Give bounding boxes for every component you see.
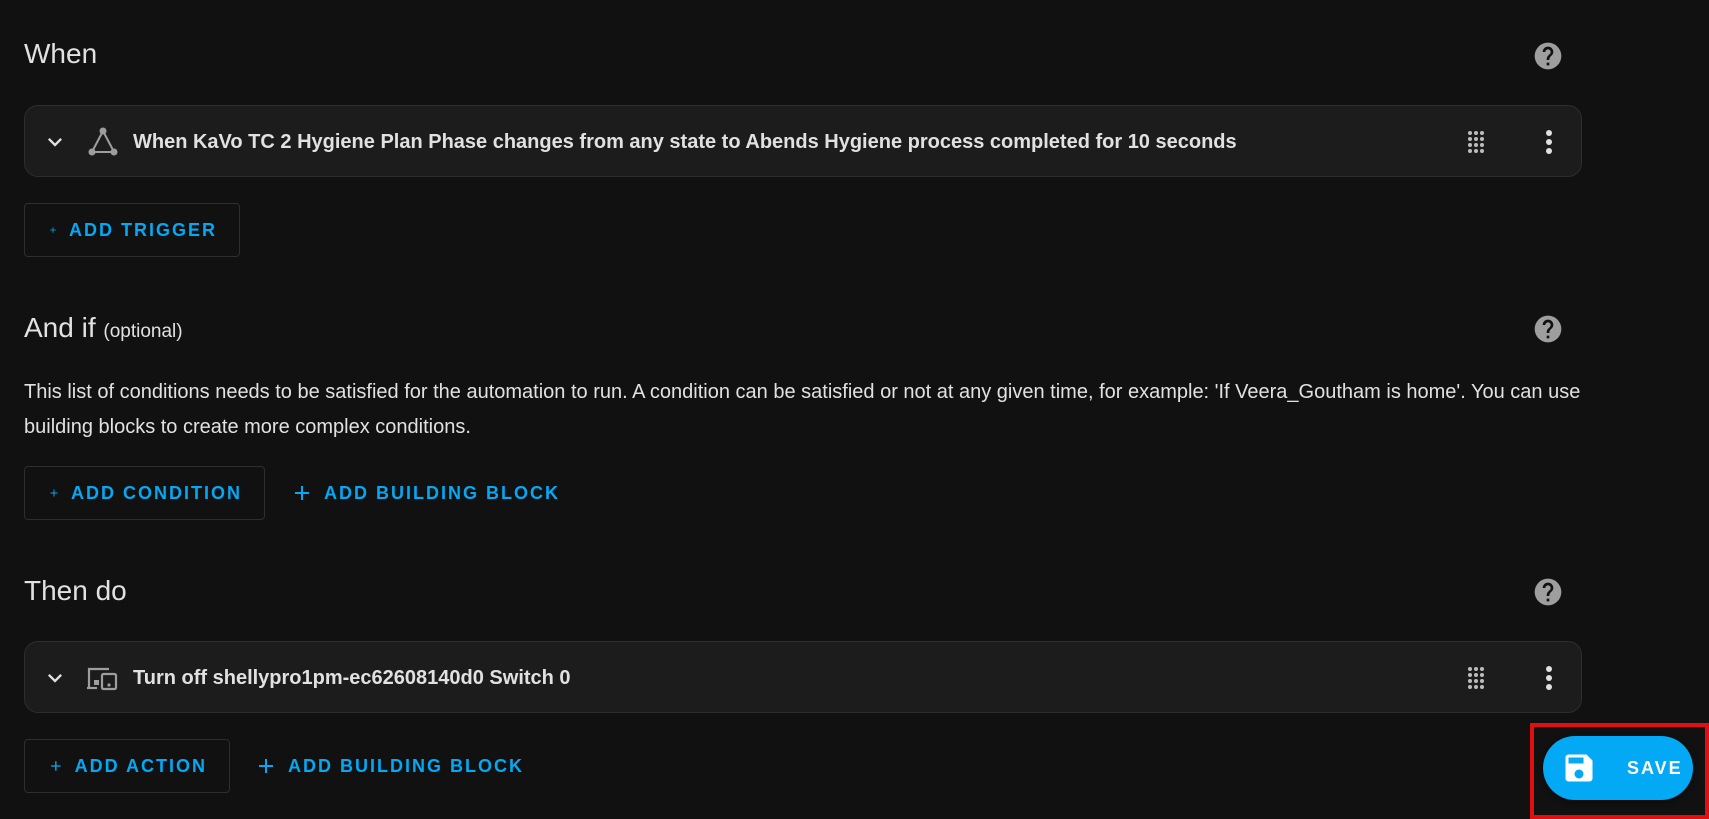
add-trigger-label: ADD TRIGGER	[69, 219, 217, 240]
state-trigger-icon	[85, 124, 121, 160]
content-save-icon	[1565, 754, 1593, 782]
action-card[interactable]: Turn off shellypro1pm-ec62608140d0 Switc…	[24, 641, 1582, 713]
add-condition-building-block-button[interactable]: ADD BUILDING BLOCK	[292, 466, 560, 520]
plus-icon	[295, 486, 309, 500]
drag-handle-icon[interactable]	[1462, 128, 1490, 156]
more-vert-icon[interactable]	[1535, 128, 1563, 156]
chevron-down-icon[interactable]	[41, 664, 69, 692]
when-help-icon[interactable]	[1532, 40, 1564, 72]
plus-icon	[259, 759, 273, 773]
add-building-block-label: ADD BUILDING BLOCK	[288, 755, 524, 776]
plus-icon	[50, 489, 58, 497]
plus-icon	[51, 761, 61, 771]
action-description: Turn off shellypro1pm-ec62608140d0 Switc…	[133, 667, 571, 689]
drag-handle-icon[interactable]	[1462, 664, 1490, 692]
add-action-building-block-button[interactable]: ADD BUILDING BLOCK	[256, 739, 524, 793]
save-label: SAVE	[1627, 757, 1683, 778]
then-do-help-icon[interactable]	[1532, 576, 1564, 608]
add-building-block-label: ADD BUILDING BLOCK	[324, 482, 560, 503]
add-trigger-button[interactable]: ADD TRIGGER	[24, 203, 240, 257]
and-if-help-icon[interactable]	[1532, 313, 1564, 345]
add-condition-label: ADD CONDITION	[71, 482, 242, 503]
add-action-button[interactable]: ADD ACTION	[24, 739, 230, 793]
and-if-title: And if (optional)	[24, 312, 183, 344]
and-if-title-text: And if	[24, 312, 96, 343]
add-condition-button[interactable]: ADD CONDITION	[24, 466, 265, 520]
save-button[interactable]: SAVE	[1543, 736, 1693, 800]
add-action-label: ADD ACTION	[74, 755, 207, 776]
plus-icon	[50, 227, 56, 233]
chevron-down-icon[interactable]	[41, 128, 69, 156]
conditions-description: This list of conditions needs to be sati…	[24, 381, 1581, 438]
more-vert-icon[interactable]	[1535, 664, 1563, 692]
devices-icon	[85, 660, 121, 696]
then-do-title: Then do	[24, 575, 127, 606]
when-title: When	[24, 38, 98, 69]
trigger-description: When KaVo TC 2 Hygiene Plan Phase change…	[133, 131, 1237, 153]
trigger-card[interactable]: When KaVo TC 2 Hygiene Plan Phase change…	[24, 105, 1582, 177]
optional-label: (optional)	[103, 321, 183, 342]
